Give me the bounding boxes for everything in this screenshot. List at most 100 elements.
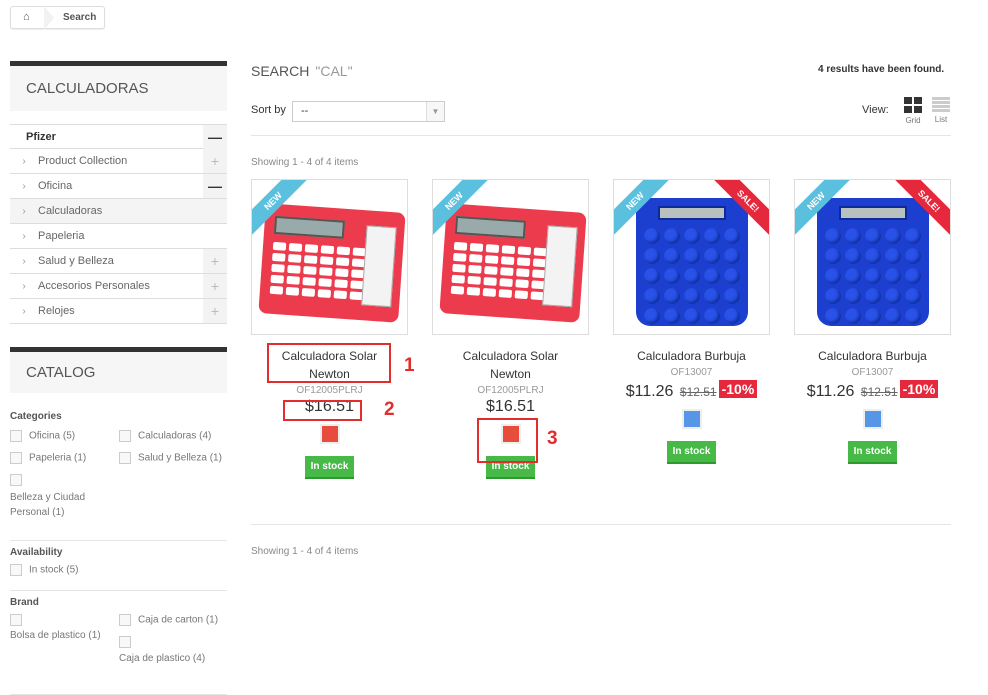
category-item[interactable]: › Papeleria (10, 224, 227, 249)
chevron-right-icon: › (22, 230, 26, 242)
category-label: Relojes (38, 305, 75, 317)
chevron-right-icon: › (22, 255, 26, 267)
filter-caja-carton[interactable]: Caja de carton (1) (119, 614, 218, 626)
showing-count-top: Showing 1 - 4 of 4 items (251, 157, 359, 168)
color-swatch[interactable] (862, 409, 883, 429)
annotation-label-1: 1 (404, 355, 415, 376)
plus-icon[interactable]: + (203, 149, 227, 173)
minus-icon[interactable]: — (203, 125, 227, 149)
filter-calculadoras[interactable]: Calculadoras (4) (119, 430, 211, 442)
product-image[interactable]: NEW SALE! (613, 179, 770, 335)
chevron-down-icon: ▼ (426, 102, 444, 121)
product-name[interactable]: Calculadora Burbuja (794, 347, 951, 365)
category-item[interactable]: › Relojes + (10, 299, 227, 324)
breadcrumb-current: Search (63, 12, 97, 23)
category-label: Pfizer (26, 130, 56, 143)
product-card: NEW Calculadora Solar Newton OF12005PLRJ… (251, 179, 408, 479)
category-item[interactable]: › Product Collection + (10, 149, 227, 174)
list-view-button[interactable]: List (931, 97, 951, 124)
grid-view-button[interactable]: Grid (903, 97, 923, 125)
chevron-right-icon: › (22, 155, 26, 167)
sort-select[interactable]: -- ▼ (292, 101, 445, 122)
annotation-box-3 (477, 418, 538, 463)
availability-heading: Availability (10, 547, 63, 558)
category-item[interactable]: › Oficina — (10, 174, 227, 199)
product-sku: OF13007 (851, 367, 894, 378)
product-sku: OF13007 (670, 367, 713, 378)
checkbox[interactable] (10, 452, 22, 464)
checkbox[interactable] (119, 614, 131, 626)
plus-icon[interactable]: + (203, 274, 227, 298)
discount-badge: -10% (718, 380, 758, 398)
checkbox[interactable] (119, 430, 131, 442)
home-icon[interactable]: ⌂ (23, 11, 30, 23)
filter-oficina[interactable]: Oficina (5) (10, 430, 75, 442)
checkbox[interactable] (10, 474, 22, 486)
filter-caja-plastico[interactable]: Caja de plastico (4) (119, 653, 205, 664)
catalog-filters: Categories Oficina (5) Calculadoras (4) … (10, 411, 227, 695)
results-count: 4 results have been found. (818, 64, 945, 75)
checkbox[interactable] (119, 636, 131, 648)
color-swatch[interactable] (681, 409, 702, 429)
sort-label: Sort by (251, 104, 286, 116)
product-price: $11.26 (625, 383, 674, 400)
category-label: Calculadoras (38, 205, 103, 217)
view-label: View: (862, 104, 889, 116)
minus-icon[interactable]: — (203, 174, 227, 198)
product-image[interactable]: NEW SALE! (794, 179, 951, 335)
catalog-title: CATALOG (10, 347, 227, 393)
list-icon (931, 97, 951, 112)
category-label: Product Collection (38, 155, 128, 167)
product-price-row: $16.51 (432, 398, 589, 416)
stock-badge: In stock (304, 456, 355, 479)
chevron-right-icon: › (22, 280, 26, 292)
brand-heading: Brand (10, 597, 39, 608)
category-item[interactable]: › Accesorios Personales + (10, 274, 227, 299)
chevron-right-icon: › (22, 205, 26, 217)
product-card: NEW SALE! Calculadora Burbuja OF13007 $1… (613, 179, 770, 464)
checkbox[interactable] (119, 452, 131, 464)
chevron-right-icon: › (22, 305, 26, 317)
category-item[interactable]: › Salud y Belleza + (10, 249, 227, 274)
checkbox[interactable] (10, 430, 22, 442)
stock-badge: In stock (666, 441, 717, 464)
chevron-right-icon: › (22, 180, 26, 192)
product-name[interactable]: Calculadora Solar Newton (432, 347, 589, 383)
plus-icon[interactable]: + (203, 299, 227, 323)
category-item[interactable]: › Calculadoras (10, 199, 227, 224)
product-sku: OF12005PLRJ (477, 385, 544, 396)
filter-papeleria[interactable]: Papeleria (1) (10, 452, 86, 464)
category-block-title: CALCULADORAS (10, 61, 227, 111)
categories-heading: Categories (10, 411, 62, 422)
product-card: NEW SALE! Calculadora Burbuja OF13007 $1… (794, 179, 951, 464)
product-price-row: $11.26 $12.51 -10% (794, 380, 951, 401)
stock-badge: In stock (847, 441, 898, 464)
breadcrumb: ⌂ Search (10, 6, 105, 30)
discount-badge: -10% (899, 380, 939, 398)
search-query: "CAL" (315, 63, 353, 79)
breadcrumb-separator (44, 6, 54, 30)
annotation-label-2: 2 (384, 399, 395, 420)
filter-in-stock[interactable]: In stock (5) (10, 564, 227, 576)
filter-bolsa[interactable]: Bolsa de plastico (1) (10, 630, 101, 641)
category-label: Papeleria (38, 230, 85, 242)
filter-salud[interactable]: Salud y Belleza (1) (119, 452, 222, 464)
category-item[interactable]: Pfizer — (10, 124, 227, 149)
annotation-label-3: 3 (547, 428, 558, 449)
checkbox[interactable] (10, 614, 22, 626)
category-tree: Pfizer — › Product Collection + › Oficina — › Cal… (10, 124, 227, 324)
grid-icon (903, 97, 923, 113)
annotation-box-1 (267, 343, 391, 383)
annotation-box-2 (283, 400, 362, 421)
product-price: $11.26 (806, 383, 855, 400)
product-image[interactable]: NEW (251, 179, 408, 335)
product-name[interactable]: Calculadora Burbuja (613, 347, 770, 365)
product-image[interactable]: NEW (432, 179, 589, 335)
filter-belleza[interactable]: Belleza y Ciudad Personal (1) (10, 490, 110, 520)
category-label: Salud y Belleza (38, 255, 114, 267)
color-swatch[interactable] (319, 424, 340, 444)
old-price: $12.51 (860, 385, 898, 399)
checkbox[interactable] (10, 564, 22, 576)
old-price: $12.51 (679, 385, 717, 399)
plus-icon[interactable]: + (203, 249, 227, 273)
